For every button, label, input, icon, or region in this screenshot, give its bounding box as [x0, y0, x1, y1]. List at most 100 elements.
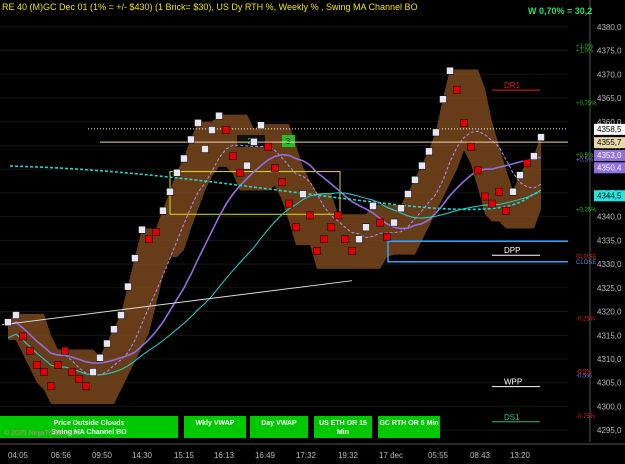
up-brick — [257, 121, 265, 130]
time-axis: 04:05 06:56 09:50 14:30 15:15 16:13 16:49 17:32… — [0, 443, 625, 460]
up-brick — [187, 135, 195, 144]
price-tick: 4300,0 — [597, 402, 622, 411]
up-brick — [4, 318, 12, 327]
time-tick: 17:32 — [296, 451, 317, 460]
down-brick — [75, 375, 83, 383]
up-brick — [208, 126, 216, 134]
down-brick — [285, 199, 293, 208]
down-brick — [523, 159, 531, 168]
price-tick: 4370,0 — [597, 70, 622, 79]
price-tick: 4315,0 — [597, 331, 622, 340]
pivot-label: WPP — [504, 378, 522, 387]
down-brick — [341, 235, 349, 243]
price-badge-label: 4350,4 — [597, 163, 622, 172]
down-brick — [26, 346, 34, 355]
percent-label: CLOSE — [576, 260, 596, 266]
up-brick — [355, 235, 363, 243]
percent-label: -0,5% — [576, 374, 592, 380]
price-badge-label: 4344,5 — [597, 191, 622, 200]
time-tick: 09:50 — [92, 451, 113, 460]
percent-label: +1,0% — [576, 49, 594, 55]
time-tick: 04:05 — [8, 451, 29, 460]
down-brick — [320, 235, 328, 243]
up-brick — [159, 206, 167, 215]
up-brick — [243, 161, 251, 170]
percent-label: -0,25% — [576, 317, 596, 323]
up-brick — [362, 223, 370, 232]
copyright-text: © 2025 NinjaTrader, LLC — [4, 430, 82, 437]
down-brick — [313, 247, 321, 255]
price-badge-label: 4353,0 — [597, 151, 622, 160]
up-brick — [89, 368, 97, 376]
time-tick: 13:20 — [510, 451, 531, 460]
brick-count-green: 3 — [286, 137, 291, 146]
down-brick — [236, 168, 244, 177]
down-brick — [460, 119, 468, 127]
price-tick: 4320,0 — [597, 308, 622, 317]
price-tick: 4375,0 — [597, 47, 622, 56]
down-brick — [68, 368, 76, 376]
percent-label: +0,5% — [576, 158, 594, 164]
up-brick — [509, 187, 517, 196]
percent-label: +0,25% — [576, 208, 597, 214]
up-brick — [432, 128, 440, 137]
down-brick — [334, 211, 342, 220]
time-tick: 06:56 — [51, 451, 72, 460]
day-vwap-button[interactable]: Day VWAP — [250, 416, 308, 438]
down-brick — [145, 235, 153, 243]
up-brick — [215, 112, 223, 120]
price-tick: 4295,0 — [597, 426, 622, 435]
up-brick — [516, 171, 524, 179]
down-brick — [453, 85, 461, 94]
up-brick — [12, 311, 20, 319]
down-brick — [82, 382, 90, 391]
renko-chart[interactable]: DR1DPPWPPDS1283 4380,04375,04370,04365,0… — [0, 0, 625, 464]
price-tick: 4310,0 — [597, 355, 622, 364]
down-brick — [33, 361, 41, 369]
price-tick: 4340,0 — [597, 213, 622, 222]
down-brick — [278, 178, 286, 187]
us-eth-or-button[interactable]: US ETH OR 15 Min — [314, 416, 372, 438]
up-brick — [110, 325, 118, 334]
down-brick — [495, 187, 503, 196]
price-tick: 4325,0 — [597, 284, 622, 293]
down-brick — [327, 223, 335, 232]
gc-rth-or-button[interactable]: GC RTH OR 5 Min — [378, 416, 440, 438]
up-brick — [124, 282, 132, 291]
time-tick: 15:15 — [174, 451, 195, 460]
up-brick — [201, 145, 209, 153]
weekly-vwap-button[interactable]: Wkly VWAP — [184, 416, 246, 438]
time-tick: 14:30 — [132, 451, 153, 460]
up-brick — [390, 218, 398, 227]
down-brick — [488, 199, 496, 208]
price-tick: 4365,0 — [597, 94, 622, 103]
down-brick — [54, 361, 62, 369]
down-brick — [19, 332, 27, 341]
up-brick — [397, 204, 405, 213]
up-brick — [425, 147, 433, 156]
up-brick — [446, 66, 454, 75]
up-brick — [404, 190, 412, 198]
price-outside-clouds-label: Price Outside Clouds — [53, 420, 125, 427]
down-brick — [481, 192, 489, 201]
time-tick: 16:13 — [214, 451, 235, 460]
price-badge-label: 4358,5 — [597, 125, 622, 134]
up-brick — [299, 190, 307, 198]
chart-title: RE 40 (M)GC Dec 01 (1% = +/- $430) (1 Br… — [2, 2, 418, 12]
up-brick — [537, 133, 545, 141]
down-brick — [40, 368, 48, 376]
up-brick — [96, 353, 104, 362]
down-brick — [152, 228, 160, 236]
up-brick — [173, 168, 181, 177]
price-axis: 4380,04375,04370,04365,04360,04355,04350… — [576, 0, 625, 442]
down-brick — [474, 166, 482, 175]
up-brick — [250, 138, 258, 146]
price-tick: 4335,0 — [597, 236, 622, 245]
price-tick: 4305,0 — [597, 379, 622, 388]
down-brick — [222, 126, 230, 134]
down-brick — [292, 223, 300, 232]
up-brick — [180, 154, 188, 163]
up-brick — [138, 225, 146, 234]
up-brick — [530, 152, 538, 160]
time-tick: 05:55 — [428, 451, 449, 460]
